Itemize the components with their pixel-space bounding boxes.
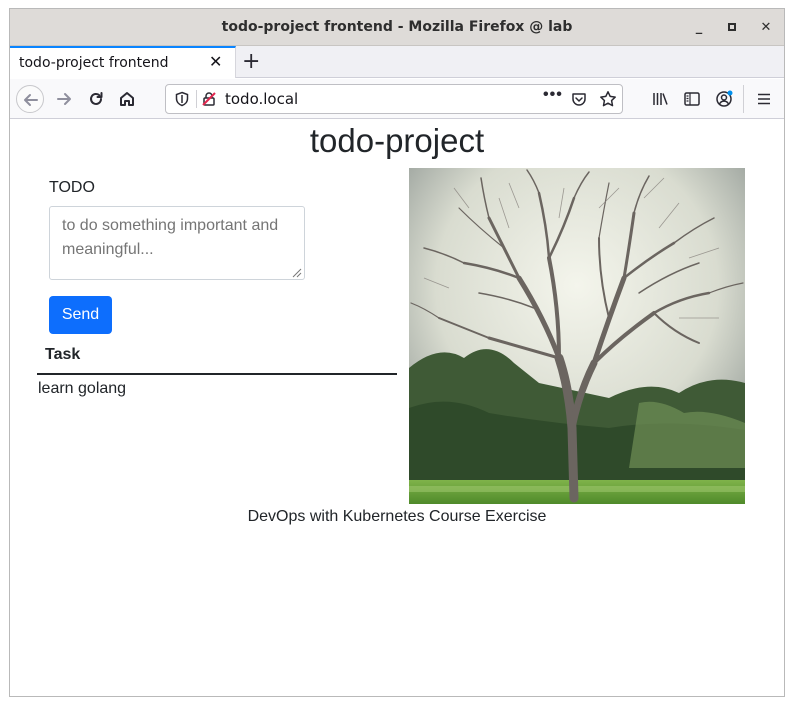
- todo-label: TODO: [49, 179, 95, 196]
- maximize-icon: [728, 23, 736, 31]
- send-button[interactable]: Send: [49, 296, 112, 334]
- todo-input[interactable]: [49, 206, 305, 280]
- title-bar: todo-project frontend - Mozilla Firefox …: [10, 9, 784, 46]
- forward-button[interactable]: [50, 85, 78, 113]
- home-icon: [120, 92, 134, 106]
- new-tab-button[interactable]: +: [242, 49, 260, 74]
- close-tab-icon[interactable]: ✕: [209, 52, 222, 71]
- pocket-icon[interactable]: [571, 91, 587, 107]
- navigation-toolbar: todo.local •••: [10, 79, 784, 119]
- back-button[interactable]: [16, 85, 44, 113]
- bookmark-star-icon[interactable]: [599, 90, 617, 108]
- maximize-button[interactable]: [722, 18, 742, 38]
- page-title: todo-project: [309, 122, 485, 159]
- table-row: learn golang: [38, 380, 127, 397]
- more-icon[interactable]: •••: [543, 86, 563, 104]
- browser-window: todo-project frontend - Mozilla Firefox …: [9, 8, 785, 697]
- minimize-button[interactable]: _: [689, 18, 709, 38]
- tab-label: todo-project frontend: [19, 55, 169, 71]
- home-button[interactable]: [113, 85, 141, 113]
- url-bar[interactable]: todo.local •••: [165, 84, 623, 114]
- task-table-header: Task: [37, 342, 397, 375]
- back-icon: [24, 94, 38, 106]
- shield-icon[interactable]: [174, 91, 190, 107]
- tab-todo-project[interactable]: todo-project frontend ✕: [10, 46, 236, 78]
- reload-icon: [90, 92, 103, 105]
- window-title: todo-project frontend - Mozilla Firefox …: [221, 19, 573, 35]
- menu-icon[interactable]: [755, 90, 773, 108]
- sidebar-icon[interactable]: [683, 90, 701, 108]
- page-content: todo-project TODO Send Task learn golang: [10, 120, 784, 696]
- tab-bar: todo-project frontend ✕ +: [10, 46, 784, 78]
- forward-icon: [57, 93, 71, 105]
- library-icon[interactable]: [651, 90, 669, 108]
- task-column-header: Task: [45, 346, 81, 363]
- page-footer: DevOps with Kubernetes Course Exercise: [247, 508, 547, 525]
- insecure-lock-icon[interactable]: [201, 91, 217, 107]
- tree-image: [409, 168, 745, 504]
- account-icon[interactable]: [715, 90, 733, 108]
- url-text[interactable]: todo.local: [225, 90, 298, 108]
- resize-grip-icon[interactable]: [290, 266, 302, 278]
- close-window-button[interactable]: ✕: [756, 18, 776, 38]
- reload-button[interactable]: [82, 85, 110, 113]
